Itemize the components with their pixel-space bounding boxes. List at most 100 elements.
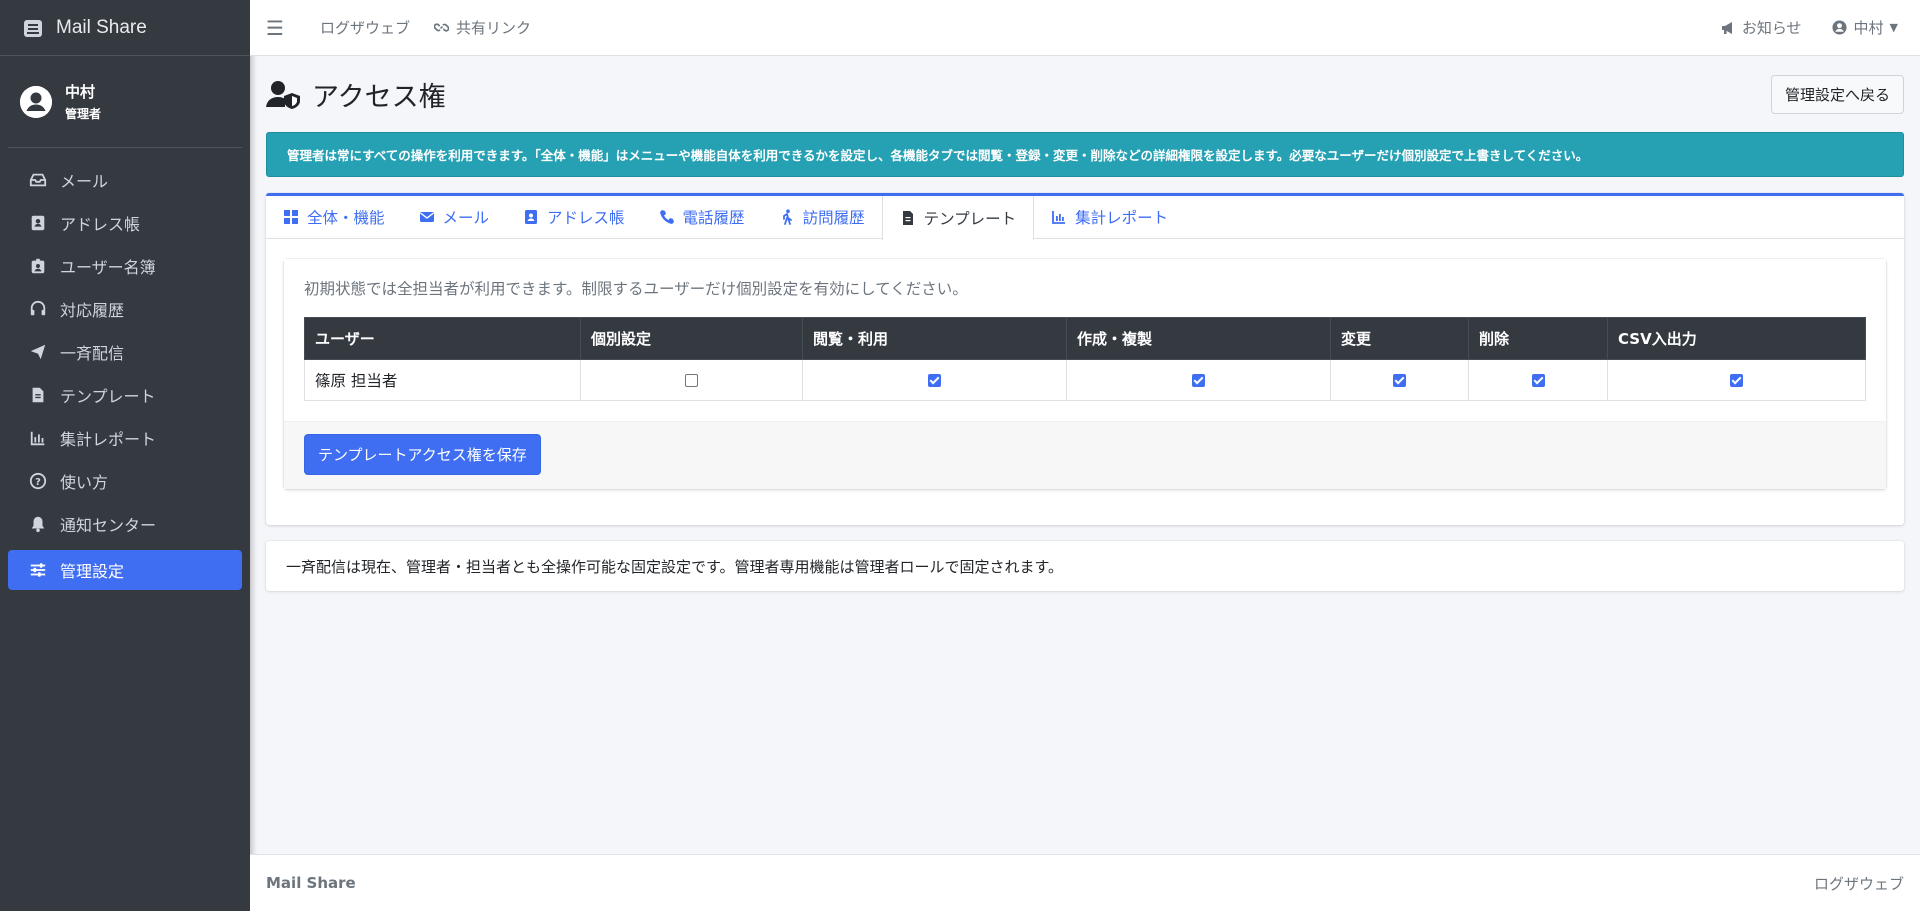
permissions-card: 全体・機能 メール アドレス帳 電話履歴 訪問履歴 テンプレート 集計レポート … [266,193,1904,525]
individual-cell [580,359,803,401]
envelope-icon [419,209,435,225]
main-content: アクセス権 管理設定へ戻る 管理者は常にすべての操作を利用できます。「全体・機能… [250,56,1920,854]
sidebar-item-address-book[interactable]: アドレス帳 [8,203,242,243]
question-circle-icon: ? [28,471,48,491]
notice-link[interactable]: お知らせ [1720,17,1802,38]
sidebar-nav: メール アドレス帳 ユーザー名簿 対応履歴 一斉配信 テンプレート 集計レポート… [0,148,250,605]
sidebar-item-label: テンプレート [60,387,156,406]
create-cell [1066,359,1331,401]
user-cell: 篠原 担当者 [304,359,581,401]
footer-brand: Mail Share [266,874,356,892]
tab-label: 全体・機能 [307,209,385,227]
create-permission-checkbox[interactable] [1192,374,1205,387]
sidebar-item-label: メール [60,172,109,191]
megaphone-icon [1720,20,1736,36]
edit-permission-checkbox[interactable] [1393,374,1406,387]
tab-label: アドレス帳 [547,209,625,227]
id-badge-icon [28,256,48,276]
tab-template[interactable]: テンプレート [881,196,1035,240]
sidebar-item-report[interactable]: 集計レポート [8,418,242,458]
brand[interactable]: Mail Share [0,0,250,56]
tab-label: テンプレート [923,210,1017,228]
edit-cell [1330,359,1469,401]
sidebar-item-label: 対応履歴 [60,301,125,320]
table-row: 篠原 担当者 [304,359,1866,401]
sidebar-item-template[interactable]: テンプレート [8,375,242,415]
menu-toggle-icon[interactable]: ☰ [266,16,296,40]
save-template-permissions-button[interactable]: テンプレートアクセス権を保存 [304,434,541,475]
sidebar-item-mail[interactable]: メール [8,160,242,200]
sliders-icon [28,560,48,580]
user-name: 中村 [65,83,96,101]
sidebar-item-help[interactable]: ? 使い方 [8,461,242,501]
tab-mail[interactable]: メール [402,196,507,238]
sidebar-item-label: 一斉配信 [60,344,125,363]
tab-label: 電話履歴 [682,209,745,227]
user-menu[interactable]: 中村 ▼ [1831,17,1898,38]
delete-cell [1468,359,1608,401]
tab-phone-history[interactable]: 電話履歴 [642,196,762,238]
page-header: アクセス権 管理設定へ戻る [266,56,1904,132]
tab-report[interactable]: 集計レポート [1034,196,1185,238]
back-to-admin-button[interactable]: 管理設定へ戻る [1770,74,1904,114]
col-csv: CSV入出力 [1607,317,1866,360]
permission-tabs: 全体・機能 メール アドレス帳 電話履歴 訪問履歴 テンプレート 集計レポート [266,196,1904,240]
tab-content: 初期状態では全担当者が利用できます。制限するユーザーだけ個別設定を有効にしてくだ… [266,239,1904,525]
sidebar-item-label: 管理設定 [60,562,125,581]
navbar-right: お知らせ 中村 ▼ [1690,17,1920,38]
sidebar-item-label: アドレス帳 [60,215,141,234]
tab-visit-history[interactable]: 訪問履歴 [762,196,882,238]
address-book-icon [523,209,539,225]
link-icon [434,20,450,36]
nav-link-label: 共有リンク [456,19,532,37]
tab-label: 訪問履歴 [802,209,865,227]
user-panel[interactable]: 中村 管理者 [8,56,242,148]
broadcast-note: 一斉配信は現在、管理者・担当者とも全操作可能な固定設定です。管理者専用機能は管理… [266,541,1904,591]
sidebar-item-history[interactable]: 対応履歴 [8,289,242,329]
col-create: 作成・複製 [1066,317,1331,360]
svg-text:?: ? [35,477,41,488]
page-title-text: アクセス権 [312,81,446,113]
sidebar-item-notifications[interactable]: 通知センター [8,504,242,544]
footer-link[interactable]: ログザウェブ [1814,873,1904,894]
mailbox-logo-icon [22,17,44,39]
individual-setting-checkbox[interactable] [685,374,698,387]
col-individual: 個別設定 [580,317,803,360]
user-circle-icon [1831,19,1848,36]
sidebar-item-label: ユーザー名簿 [60,258,156,277]
sidebar-item-broadcast[interactable]: 一斉配信 [8,332,242,372]
nav-link-logthe-web[interactable]: ログザウェブ [320,17,410,38]
sidebar-item-label: 通知センター [60,516,157,535]
col-delete: 削除 [1468,317,1608,360]
top-navbar: ☰ ログザウェブ 共有リンク お知らせ 中村 ▼ [250,0,1920,56]
inbox-icon [28,170,48,190]
headset-icon [28,299,48,319]
user-shield-icon [266,79,302,109]
delete-permission-checkbox[interactable] [1531,374,1545,387]
file-text-icon [900,210,916,226]
user-role: 管理者 [65,107,102,121]
tab-address-book[interactable]: アドレス帳 [506,196,642,238]
csv-permission-checkbox[interactable] [1730,374,1743,387]
tab-label: メール [442,209,490,227]
chevron-down-icon: ▼ [1889,21,1898,34]
sidebar-item-user-list[interactable]: ユーザー名簿 [8,246,242,286]
panel-description: 初期状態では全担当者が利用できます。制限するユーザーだけ個別設定を有効にしてくだ… [304,280,968,298]
page-title: アクセス権 [266,75,446,114]
panel-footer: テンプレートアクセス権を保存 [284,421,1886,489]
template-permissions-panel: 初期状態では全担当者が利用できます。制限するユーザーだけ個別設定を有効にしてくだ… [284,259,1886,489]
view-permission-checkbox[interactable] [928,374,941,387]
sidebar-item-label: 使い方 [60,473,109,492]
info-alert: 管理者は常にすべての操作を利用できます。「全体・機能」はメニューや機能自体を利用… [266,132,1904,177]
col-user: ユーザー [304,317,581,360]
tab-overall[interactable]: 全体・機能 [266,196,402,238]
chart-bar-icon [1051,209,1067,225]
sidebar: Mail Share 中村 管理者 メール アドレス帳 ユーザー名簿 対応履歴 [0,0,250,911]
nav-link-share-links[interactable]: 共有リンク [434,17,531,38]
sidebar-item-admin-settings[interactable]: 管理設定 [8,550,242,590]
walking-icon [779,209,795,225]
file-text-icon [28,385,48,405]
paper-plane-icon [28,342,48,362]
col-edit: 変更 [1330,317,1469,360]
chart-bar-icon [28,428,48,448]
